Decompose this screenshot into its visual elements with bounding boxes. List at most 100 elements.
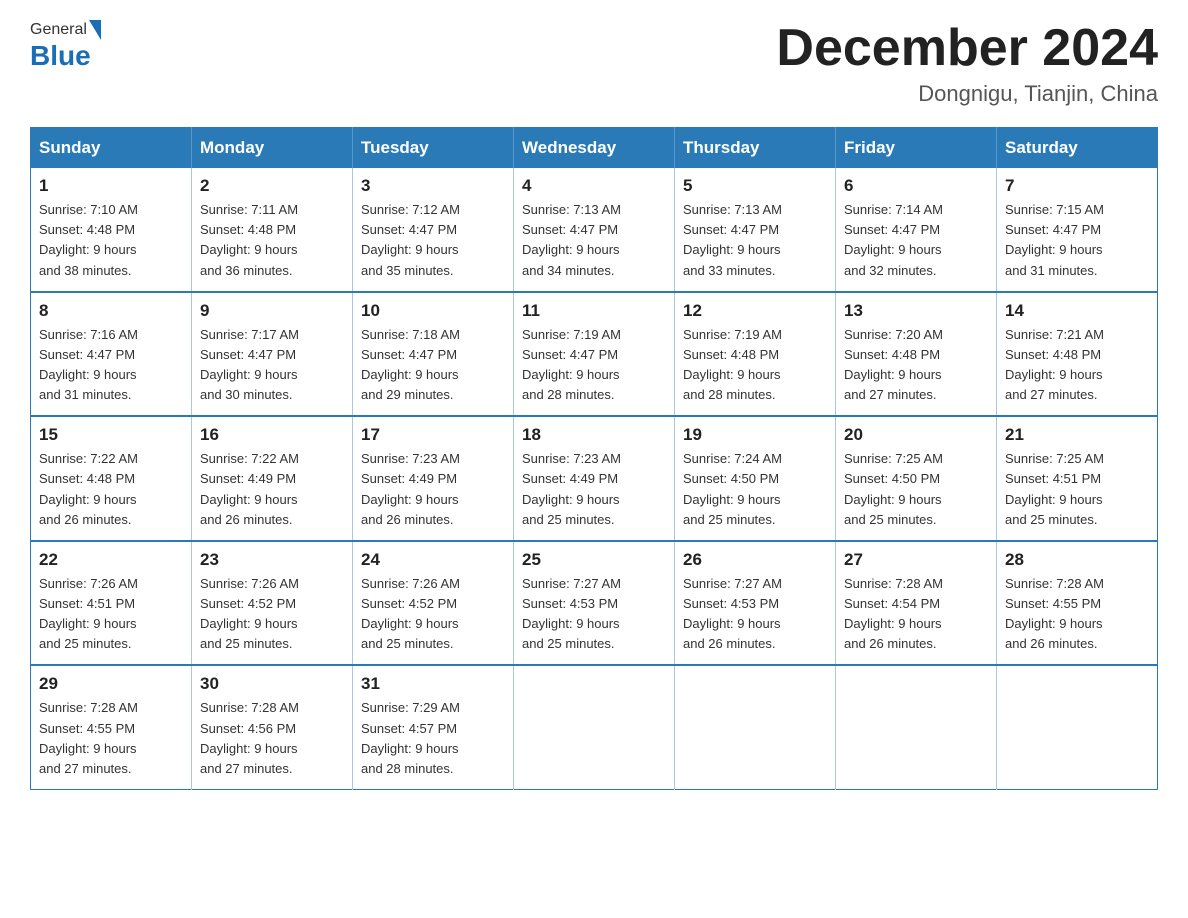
table-row: 5 Sunrise: 7:13 AM Sunset: 4:47 PM Dayli… — [675, 168, 836, 292]
day-info: Sunrise: 7:14 AM Sunset: 4:47 PM Dayligh… — [844, 200, 988, 281]
day-number: 12 — [683, 301, 827, 321]
day-number: 11 — [522, 301, 666, 321]
table-row — [514, 665, 675, 789]
table-row: 14 Sunrise: 7:21 AM Sunset: 4:48 PM Dayl… — [997, 292, 1158, 417]
day-number: 1 — [39, 176, 183, 196]
table-row: 30 Sunrise: 7:28 AM Sunset: 4:56 PM Dayl… — [192, 665, 353, 789]
logo-general-text: General — [30, 21, 87, 39]
col-saturday: Saturday — [997, 128, 1158, 169]
day-info: Sunrise: 7:22 AM Sunset: 4:49 PM Dayligh… — [200, 449, 344, 530]
table-row: 4 Sunrise: 7:13 AM Sunset: 4:47 PM Dayli… — [514, 168, 675, 292]
logo: General Blue — [30, 20, 103, 72]
day-number: 17 — [361, 425, 505, 445]
day-info: Sunrise: 7:17 AM Sunset: 4:47 PM Dayligh… — [200, 325, 344, 406]
table-row: 15 Sunrise: 7:22 AM Sunset: 4:48 PM Dayl… — [31, 416, 192, 541]
day-number: 2 — [200, 176, 344, 196]
day-info: Sunrise: 7:27 AM Sunset: 4:53 PM Dayligh… — [683, 574, 827, 655]
table-row: 18 Sunrise: 7:23 AM Sunset: 4:49 PM Dayl… — [514, 416, 675, 541]
day-info: Sunrise: 7:19 AM Sunset: 4:48 PM Dayligh… — [683, 325, 827, 406]
day-number: 14 — [1005, 301, 1149, 321]
day-number: 9 — [200, 301, 344, 321]
col-monday: Monday — [192, 128, 353, 169]
table-row: 1 Sunrise: 7:10 AM Sunset: 4:48 PM Dayli… — [31, 168, 192, 292]
day-info: Sunrise: 7:28 AM Sunset: 4:55 PM Dayligh… — [1005, 574, 1149, 655]
day-number: 8 — [39, 301, 183, 321]
day-info: Sunrise: 7:10 AM Sunset: 4:48 PM Dayligh… — [39, 200, 183, 281]
table-row: 25 Sunrise: 7:27 AM Sunset: 4:53 PM Dayl… — [514, 541, 675, 666]
day-info: Sunrise: 7:11 AM Sunset: 4:48 PM Dayligh… — [200, 200, 344, 281]
col-friday: Friday — [836, 128, 997, 169]
day-number: 25 — [522, 550, 666, 570]
day-number: 5 — [683, 176, 827, 196]
day-info: Sunrise: 7:26 AM Sunset: 4:52 PM Dayligh… — [200, 574, 344, 655]
col-sunday: Sunday — [31, 128, 192, 169]
day-number: 23 — [200, 550, 344, 570]
table-row: 20 Sunrise: 7:25 AM Sunset: 4:50 PM Dayl… — [836, 416, 997, 541]
day-info: Sunrise: 7:26 AM Sunset: 4:52 PM Dayligh… — [361, 574, 505, 655]
calendar-table: Sunday Monday Tuesday Wednesday Thursday… — [30, 127, 1158, 790]
day-number: 19 — [683, 425, 827, 445]
day-info: Sunrise: 7:25 AM Sunset: 4:50 PM Dayligh… — [844, 449, 988, 530]
day-number: 15 — [39, 425, 183, 445]
day-info: Sunrise: 7:19 AM Sunset: 4:47 PM Dayligh… — [522, 325, 666, 406]
day-info: Sunrise: 7:24 AM Sunset: 4:50 PM Dayligh… — [683, 449, 827, 530]
day-number: 27 — [844, 550, 988, 570]
day-number: 4 — [522, 176, 666, 196]
day-info: Sunrise: 7:26 AM Sunset: 4:51 PM Dayligh… — [39, 574, 183, 655]
day-number: 13 — [844, 301, 988, 321]
day-number: 10 — [361, 301, 505, 321]
day-info: Sunrise: 7:16 AM Sunset: 4:47 PM Dayligh… — [39, 325, 183, 406]
table-row: 6 Sunrise: 7:14 AM Sunset: 4:47 PM Dayli… — [836, 168, 997, 292]
table-row: 2 Sunrise: 7:11 AM Sunset: 4:48 PM Dayli… — [192, 168, 353, 292]
day-info: Sunrise: 7:27 AM Sunset: 4:53 PM Dayligh… — [522, 574, 666, 655]
day-info: Sunrise: 7:28 AM Sunset: 4:55 PM Dayligh… — [39, 698, 183, 779]
day-number: 16 — [200, 425, 344, 445]
table-row: 21 Sunrise: 7:25 AM Sunset: 4:51 PM Dayl… — [997, 416, 1158, 541]
day-number: 3 — [361, 176, 505, 196]
title-section: December 2024 Dongnigu, Tianjin, China — [776, 20, 1158, 107]
table-row: 24 Sunrise: 7:26 AM Sunset: 4:52 PM Dayl… — [353, 541, 514, 666]
calendar-week-2: 8 Sunrise: 7:16 AM Sunset: 4:47 PM Dayli… — [31, 292, 1158, 417]
table-row: 8 Sunrise: 7:16 AM Sunset: 4:47 PM Dayli… — [31, 292, 192, 417]
month-title: December 2024 — [776, 20, 1158, 77]
calendar-header-row: Sunday Monday Tuesday Wednesday Thursday… — [31, 128, 1158, 169]
logo-triangle-icon — [89, 20, 101, 40]
day-number: 31 — [361, 674, 505, 694]
table-row: 26 Sunrise: 7:27 AM Sunset: 4:53 PM Dayl… — [675, 541, 836, 666]
col-thursday: Thursday — [675, 128, 836, 169]
day-number: 7 — [1005, 176, 1149, 196]
day-info: Sunrise: 7:28 AM Sunset: 4:56 PM Dayligh… — [200, 698, 344, 779]
day-info: Sunrise: 7:21 AM Sunset: 4:48 PM Dayligh… — [1005, 325, 1149, 406]
day-info: Sunrise: 7:20 AM Sunset: 4:48 PM Dayligh… — [844, 325, 988, 406]
table-row: 22 Sunrise: 7:26 AM Sunset: 4:51 PM Dayl… — [31, 541, 192, 666]
day-number: 18 — [522, 425, 666, 445]
calendar-week-5: 29 Sunrise: 7:28 AM Sunset: 4:55 PM Dayl… — [31, 665, 1158, 789]
location-title: Dongnigu, Tianjin, China — [776, 81, 1158, 107]
day-info: Sunrise: 7:29 AM Sunset: 4:57 PM Dayligh… — [361, 698, 505, 779]
table-row: 13 Sunrise: 7:20 AM Sunset: 4:48 PM Dayl… — [836, 292, 997, 417]
day-number: 28 — [1005, 550, 1149, 570]
day-number: 21 — [1005, 425, 1149, 445]
day-info: Sunrise: 7:15 AM Sunset: 4:47 PM Dayligh… — [1005, 200, 1149, 281]
day-number: 6 — [844, 176, 988, 196]
calendar-week-1: 1 Sunrise: 7:10 AM Sunset: 4:48 PM Dayli… — [31, 168, 1158, 292]
day-number: 20 — [844, 425, 988, 445]
table-row: 16 Sunrise: 7:22 AM Sunset: 4:49 PM Dayl… — [192, 416, 353, 541]
table-row: 19 Sunrise: 7:24 AM Sunset: 4:50 PM Dayl… — [675, 416, 836, 541]
logo-blue-text: Blue — [30, 40, 91, 72]
table-row: 12 Sunrise: 7:19 AM Sunset: 4:48 PM Dayl… — [675, 292, 836, 417]
day-info: Sunrise: 7:23 AM Sunset: 4:49 PM Dayligh… — [522, 449, 666, 530]
table-row: 10 Sunrise: 7:18 AM Sunset: 4:47 PM Dayl… — [353, 292, 514, 417]
day-info: Sunrise: 7:28 AM Sunset: 4:54 PM Dayligh… — [844, 574, 988, 655]
page-header: General Blue December 2024 Dongnigu, Tia… — [30, 20, 1158, 107]
table-row — [997, 665, 1158, 789]
col-tuesday: Tuesday — [353, 128, 514, 169]
calendar-week-4: 22 Sunrise: 7:26 AM Sunset: 4:51 PM Dayl… — [31, 541, 1158, 666]
day-info: Sunrise: 7:13 AM Sunset: 4:47 PM Dayligh… — [522, 200, 666, 281]
table-row: 3 Sunrise: 7:12 AM Sunset: 4:47 PM Dayli… — [353, 168, 514, 292]
day-info: Sunrise: 7:22 AM Sunset: 4:48 PM Dayligh… — [39, 449, 183, 530]
table-row: 29 Sunrise: 7:28 AM Sunset: 4:55 PM Dayl… — [31, 665, 192, 789]
table-row: 27 Sunrise: 7:28 AM Sunset: 4:54 PM Dayl… — [836, 541, 997, 666]
table-row — [836, 665, 997, 789]
day-number: 22 — [39, 550, 183, 570]
